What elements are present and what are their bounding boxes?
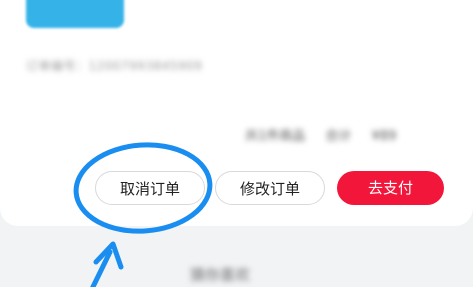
total-label: 合计 bbox=[325, 129, 352, 144]
order-card: 订单编号：12007993845909 共1件商品 合计 ¥89 取消订单 修改… bbox=[0, 0, 473, 226]
product-thumbnail[interactable] bbox=[26, 0, 124, 28]
pointer-arrow-icon bbox=[90, 241, 124, 287]
total-amount: ¥89 bbox=[371, 129, 397, 144]
order-number-row: 订单编号：12007993845909 bbox=[26, 59, 203, 73]
item-count: 共1件商品 bbox=[245, 129, 306, 144]
bottom-section-title: 猜你喜欢 bbox=[190, 266, 251, 284]
modify-order-button[interactable]: 修改订单 bbox=[215, 171, 325, 205]
order-summary: 共1件商品 合计 ¥89 bbox=[245, 125, 396, 144]
pay-button[interactable]: 去支付 bbox=[337, 171, 444, 205]
cancel-order-button[interactable]: 取消订单 bbox=[95, 171, 205, 205]
